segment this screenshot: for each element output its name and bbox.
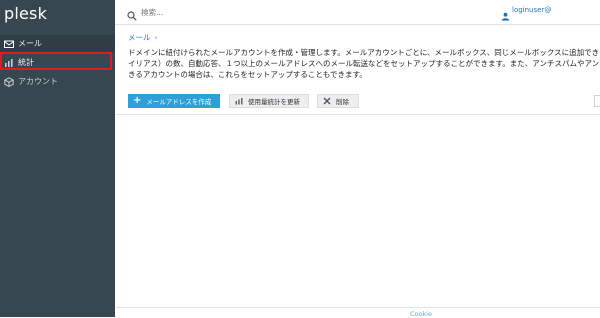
user-icon: [501, 6, 510, 21]
delete-label: 削除: [336, 98, 349, 106]
search-input[interactable]: [139, 4, 343, 20]
sidebar: plesk メール 統計 アカウント: [0, 0, 115, 317]
create-email-button[interactable]: + メールアドレスを作成: [128, 94, 220, 108]
user-menu[interactable]: loginuser@: [512, 6, 551, 14]
box-icon: [4, 76, 14, 87]
breadcrumb-link-mail[interactable]: メール: [128, 33, 151, 42]
description-line: ドメインに紐付けられたメールアカウントを作成・管理します。メールアカウントごとに…: [128, 48, 600, 57]
refresh-chart-icon: [235, 97, 243, 105]
sidebar-item-label: メール: [18, 39, 42, 48]
search-icon: [127, 6, 137, 21]
delete-button[interactable]: 削除: [317, 94, 359, 108]
update-usage-stats-label: 使用量統計を更新: [248, 98, 300, 106]
update-usage-stats-button[interactable]: 使用量統計を更新: [229, 94, 309, 108]
description-line: きるアカウントの場合は、これらをセットアップすることもできます。: [128, 70, 367, 79]
topbar: loginuser@: [115, 0, 600, 25]
sidebar-item-label: アカウント: [18, 77, 58, 86]
sidebar-item-stats[interactable]: 統計: [0, 54, 115, 71]
mail-icon: [4, 39, 14, 49]
sidebar-item-account[interactable]: アカウント: [0, 73, 115, 90]
footer-divider: [115, 307, 600, 308]
create-email-label: メールアドレスを作成: [146, 98, 212, 106]
chart-icon: [4, 58, 14, 68]
breadcrumb: メール ›: [128, 32, 158, 43]
sidebar-item-label: 統計: [18, 58, 34, 67]
divider: [115, 114, 600, 115]
plesk-logo[interactable]: plesk: [4, 4, 47, 23]
list-view-toggle[interactable]: [594, 95, 600, 107]
close-icon: [323, 97, 331, 105]
breadcrumb-separator: ›: [154, 33, 158, 42]
sidebar-item-mail[interactable]: メール: [0, 35, 115, 52]
page-description: ドメインに紐付けられたメールアカウントを作成・管理します。メールアカウントごとに…: [128, 47, 600, 80]
description-line: イリアス）の数、自動応答、１つ以上のメールアドレスへのメール転送などをセットアッ…: [128, 59, 600, 68]
plus-icon: +: [133, 95, 142, 106]
